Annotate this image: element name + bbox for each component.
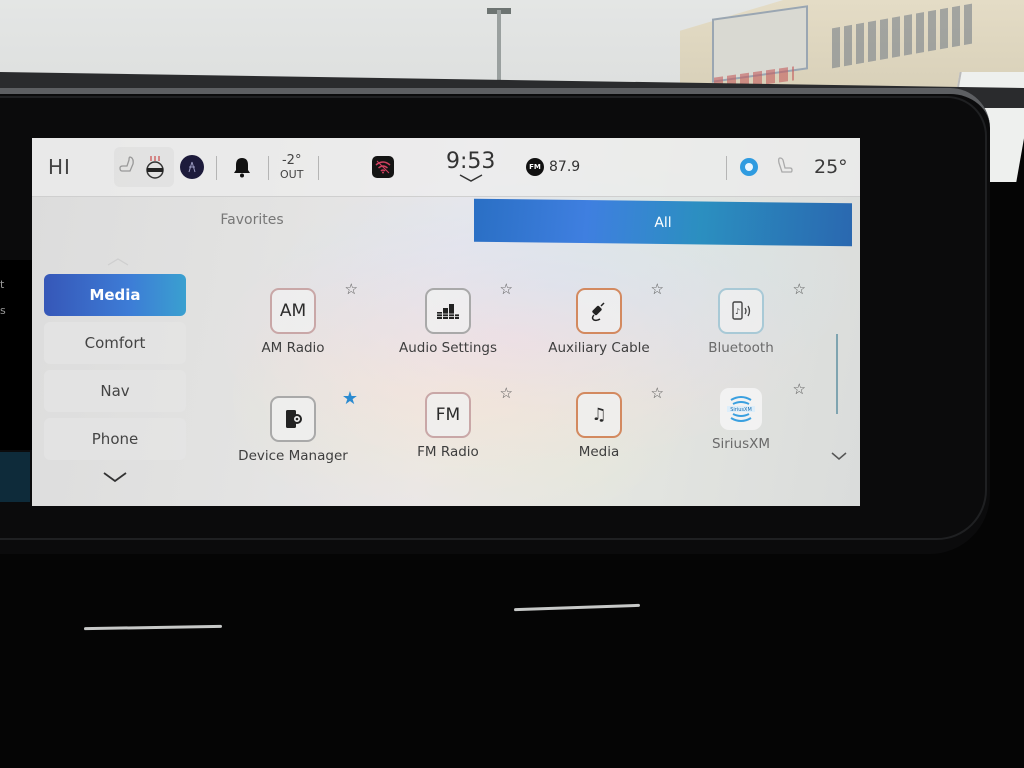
app-label: FM Radio <box>417 444 479 460</box>
star-filled-icon[interactable]: ★ <box>342 390 358 408</box>
cluster-blue-bar <box>0 452 30 502</box>
divider <box>318 156 319 180</box>
app-media[interactable]: ♫ Media ☆ <box>534 380 664 470</box>
street-lamp-pole <box>497 10 501 85</box>
divider <box>726 156 727 180</box>
outside-temp-label: OUT <box>280 168 304 181</box>
greeting-label[interactable]: HI <box>48 138 71 196</box>
cluster-display-edge: t s <box>0 260 32 450</box>
app-am-radio[interactable]: AM AM Radio ☆ <box>228 276 358 366</box>
app-label: AM Radio <box>261 340 325 356</box>
tab-all[interactable]: All <box>474 198 852 247</box>
cabin-temperature[interactable]: 25° <box>814 138 848 196</box>
star-empty-icon[interactable]: ☆ <box>793 382 806 397</box>
grid-scroll-down[interactable] <box>830 446 848 465</box>
star-empty-icon[interactable]: ☆ <box>345 282 358 297</box>
air-vent-right <box>513 603 641 612</box>
fm-icon: FM <box>425 392 471 438</box>
notifications-button[interactable] <box>232 138 252 196</box>
category-scroll-down[interactable] <box>102 468 128 487</box>
fm-badge-icon: FM <box>526 158 544 176</box>
air-vent-left <box>83 624 223 631</box>
seat-controls[interactable] <box>114 147 174 187</box>
wifi-icon <box>372 156 394 178</box>
svg-text:♪: ♪ <box>735 307 740 316</box>
category-list: Media Comfort Nav Phone <box>44 274 186 466</box>
chevron-down-icon <box>831 452 847 460</box>
infotainment-screen: HI -2° OUT 9:53 FM 87.9 25° Favorites Al… <box>32 138 860 506</box>
app-label: Device Manager <box>238 448 348 464</box>
app-label: SiriusXM <box>711 436 771 452</box>
scrollbar[interactable] <box>836 334 838 414</box>
clock-time: 9:53 <box>446 149 496 174</box>
chevron-up-icon <box>107 258 129 266</box>
user-profile-icon <box>180 155 204 179</box>
star-empty-icon[interactable]: ☆ <box>651 282 664 297</box>
app-audio-settings[interactable]: Audio Settings ☆ <box>383 276 513 366</box>
passenger-seat-button[interactable] <box>776 138 794 196</box>
radio-frequency: 87.9 <box>549 159 581 175</box>
category-nav[interactable]: Nav <box>44 370 186 412</box>
divider <box>268 156 269 180</box>
user-profile-button[interactable] <box>180 138 204 196</box>
seat-icon <box>778 157 793 173</box>
star-empty-icon[interactable]: ☆ <box>500 282 513 297</box>
now-playing-radio[interactable]: FM 87.9 <box>526 138 580 196</box>
bluetooth-phone-icon: ♪ <box>718 288 764 334</box>
equalizer-icon <box>425 288 471 334</box>
category-phone[interactable]: Phone <box>44 418 186 460</box>
category-scroll-up[interactable] <box>106 252 130 271</box>
star-empty-icon[interactable]: ☆ <box>500 386 513 401</box>
heated-seat-icon[interactable] <box>144 154 166 180</box>
svg-text:SiriusXM: SiriusXM <box>730 407 752 413</box>
category-media[interactable]: Media <box>44 274 186 316</box>
seat-icon[interactable] <box>118 155 138 179</box>
app-device-manager[interactable]: Device Manager ★ <box>228 384 358 474</box>
status-bar: HI -2° OUT 9:53 FM 87.9 25° <box>32 138 860 197</box>
music-note-icon: ♫ <box>576 392 622 438</box>
siriusxm-icon: SiriusXM <box>720 388 762 430</box>
app-auxiliary-cable[interactable]: Auxiliary Cable ☆ <box>534 276 664 366</box>
alexa-button[interactable] <box>740 138 758 196</box>
divider <box>216 156 217 180</box>
app-siriusxm[interactable]: SiriusXM SiriusXM ☆ <box>676 376 806 466</box>
star-empty-icon[interactable]: ☆ <box>793 282 806 297</box>
app-grid: AM AM Radio ☆ Audio Settings ☆ Auxiliary… <box>228 276 818 476</box>
bell-icon <box>234 158 250 178</box>
chevron-down-icon <box>459 174 483 182</box>
app-tabs: Favorites All <box>32 196 860 247</box>
am-icon: AM <box>270 288 316 334</box>
clock-button[interactable]: 9:53 <box>446 138 495 196</box>
category-comfort[interactable]: Comfort <box>44 322 186 364</box>
app-bluetooth[interactable]: ♪ Bluetooth ☆ <box>676 276 806 366</box>
app-label: Bluetooth <box>708 340 774 356</box>
cluster-text: s <box>0 304 6 317</box>
app-label: Auxiliary Cable <box>548 340 650 356</box>
outside-temperature: -2° OUT <box>280 138 303 196</box>
wifi-hotspot-button[interactable] <box>372 138 394 196</box>
cluster-text: t <box>0 278 5 291</box>
outside-temp-value: -2° <box>281 153 302 168</box>
star-empty-icon[interactable]: ☆ <box>651 386 664 401</box>
app-fm-radio[interactable]: FM FM Radio ☆ <box>383 380 513 470</box>
app-label: Audio Settings <box>398 340 498 356</box>
tab-favorites[interactable]: Favorites <box>32 200 472 240</box>
app-label: Media <box>578 444 620 460</box>
chevron-down-icon <box>103 472 127 483</box>
device-manager-icon <box>270 396 316 442</box>
alexa-icon <box>740 158 758 176</box>
aux-cable-icon <box>576 288 622 334</box>
